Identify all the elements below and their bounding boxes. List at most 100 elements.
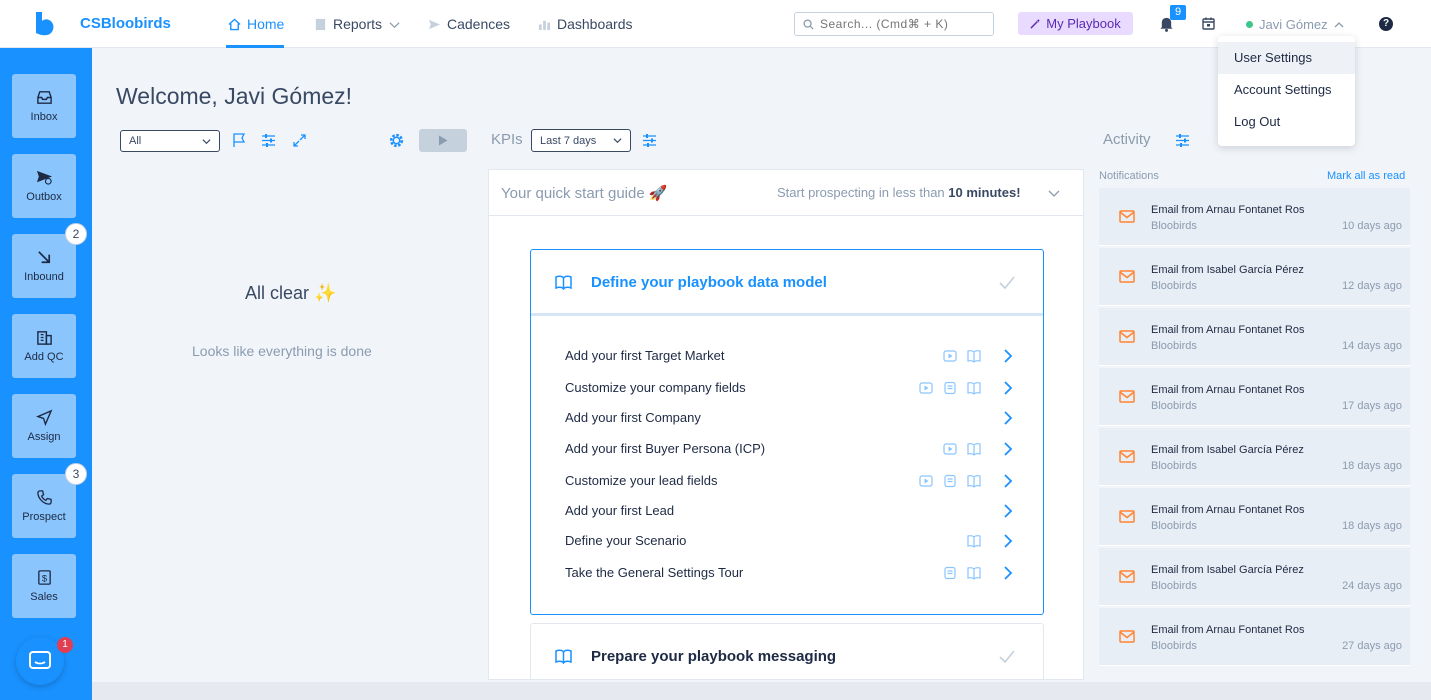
kpis-label: KPIs	[491, 131, 523, 148]
video-icon[interactable]	[943, 349, 957, 363]
notification-count-badge: 9	[1170, 5, 1186, 20]
kpi-range-select[interactable]: Last 7 days	[531, 129, 631, 152]
chevron-right-icon[interactable]	[1003, 534, 1013, 548]
sidebar-item-outbox[interactable]: Outbox	[12, 154, 76, 218]
activity-sliders-icon[interactable]	[1175, 133, 1190, 148]
guide-task-label[interactable]: Add your first Company	[565, 410, 701, 425]
chevron-right-icon[interactable]	[1003, 381, 1013, 395]
sidebar-item-add-qc[interactable]: Add QC	[12, 314, 76, 378]
video-icon[interactable]	[919, 474, 933, 488]
notification-title: Email from Arnau Fontanet Ros	[1151, 504, 1305, 516]
check-icon	[999, 650, 1015, 664]
book-icon[interactable]	[967, 534, 981, 548]
notification-source: Bloobirds	[1151, 640, 1197, 652]
user-menu-toggle[interactable]: Javi Gómez	[1246, 17, 1344, 32]
tour-icon[interactable]	[943, 566, 957, 580]
video-icon[interactable]	[943, 442, 957, 456]
nav-dashboards-label: Dashboards	[557, 16, 633, 32]
notification-time: 18 days ago	[1342, 520, 1402, 532]
menu-item-account-settings[interactable]: Account Settings	[1218, 74, 1355, 106]
tour-icon[interactable]	[943, 381, 957, 395]
chevron-right-icon[interactable]	[1003, 474, 1013, 488]
menu-item-user-settings[interactable]: User Settings	[1218, 42, 1355, 74]
chevron-right-icon[interactable]	[1003, 504, 1013, 518]
nav-reports[interactable]: Reports	[314, 15, 401, 33]
guide-task-label[interactable]: Define your Scenario	[565, 533, 686, 548]
guide-task-label[interactable]: Customize your lead fields	[565, 473, 717, 488]
notification-item[interactable]: Email from Arnau Fontanet Ros Bloobirds 27…	[1099, 608, 1410, 666]
nav-cadences[interactable]: Cadences	[428, 15, 510, 33]
search-box[interactable]	[794, 12, 994, 36]
notification-item[interactable]: Email from Isabel García Pérez Bloobirds 1…	[1099, 248, 1410, 306]
svg-text:$: $	[41, 573, 47, 584]
help-icon[interactable]: ?	[1379, 17, 1393, 31]
chevron-down-icon	[202, 138, 211, 144]
guide-task-label[interactable]: Add your first Buyer Persona (ICP)	[565, 441, 765, 456]
notifications-title: Notifications	[1099, 170, 1159, 182]
menu-item-log-out[interactable]: Log Out	[1218, 106, 1355, 138]
guide-task-label[interactable]: Take the General Settings Tour	[565, 565, 743, 580]
magic-wand-icon	[1030, 18, 1041, 29]
chat-icon	[29, 651, 51, 669]
notification-item[interactable]: Email from Arnau Fontanet Ros Bloobirds 10…	[1099, 188, 1410, 246]
nav-home[interactable]: Home	[228, 15, 284, 33]
sidebar-item-assign[interactable]: Assign	[12, 394, 76, 458]
page-title: Welcome, Javi Gómez!	[116, 83, 353, 109]
notification-item[interactable]: Email from Arnau Fontanet Ros Bloobirds 18…	[1099, 488, 1410, 546]
tour-icon[interactable]	[943, 474, 957, 488]
search-input[interactable]	[820, 17, 985, 31]
phone-icon	[36, 490, 52, 505]
notification-item[interactable]: Email from Isabel García Pérez Bloobirds 1…	[1099, 428, 1410, 486]
video-icon[interactable]	[919, 381, 933, 395]
outbox-icon	[36, 170, 52, 185]
book-icon[interactable]	[967, 474, 981, 488]
quick-start-header[interactable]: Your quick start guide 🚀 Start prospecti…	[489, 170, 1083, 216]
book-icon[interactable]	[967, 349, 981, 363]
book-icon[interactable]	[967, 381, 981, 395]
mail-icon	[1119, 510, 1135, 523]
gear-icon[interactable]	[388, 132, 405, 149]
guide-task-label[interactable]: Customize your company fields	[565, 380, 746, 395]
mail-icon	[1119, 210, 1135, 223]
chevron-down-icon[interactable]	[1048, 187, 1060, 199]
task-filter-select[interactable]: All	[120, 130, 220, 152]
start-tasks-button[interactable]	[419, 129, 467, 152]
notification-item[interactable]: Email from Arnau Fontanet Ros Bloobirds 14…	[1099, 308, 1410, 366]
inbound-arrow-icon	[37, 251, 50, 264]
my-playbook-button[interactable]: My Playbook	[1018, 12, 1133, 35]
mark-all-read-link[interactable]: Mark all as read	[1327, 170, 1405, 182]
nav-dashboards[interactable]: Dashboards	[538, 15, 633, 33]
brand-name[interactable]: CSBloobirds	[80, 15, 171, 32]
sidebar-item-inbound[interactable]: Inbound	[12, 234, 76, 298]
kpi-sliders-icon[interactable]	[642, 133, 657, 148]
sidebar-item-prospect[interactable]: Prospect	[12, 474, 76, 538]
sidebar-item-inbox[interactable]: Inbox	[12, 74, 76, 138]
nav-cadences-label: Cadences	[447, 16, 511, 32]
book-icon[interactable]	[967, 442, 981, 456]
sidebar-item-label: Inbox	[30, 111, 58, 123]
chevron-right-icon[interactable]	[1003, 349, 1013, 363]
chevron-right-icon[interactable]	[1003, 566, 1013, 580]
chevron-right-icon[interactable]	[1003, 411, 1013, 425]
notification-item[interactable]: Email from Arnau Fontanet Ros Bloobirds 17…	[1099, 368, 1410, 426]
bloobirds-logo-icon[interactable]	[34, 12, 56, 36]
chat-unread-badge: 1	[57, 637, 73, 653]
mail-icon	[1119, 450, 1135, 463]
guide-task-label[interactable]: Add your first Target Market	[565, 348, 724, 363]
book-icon[interactable]	[967, 566, 981, 580]
guide-section-header[interactable]: Prepare your playbook messaging	[531, 624, 1043, 679]
expand-icon[interactable]	[292, 133, 307, 148]
check-icon	[999, 276, 1015, 290]
notification-source: Bloobirds	[1151, 580, 1197, 592]
calendar-icon[interactable]	[1202, 17, 1215, 30]
guide-section-title: Define your playbook data model	[591, 274, 827, 291]
flag-icon[interactable]	[232, 133, 247, 148]
guide-section-header[interactable]: Define your playbook data model	[531, 250, 1043, 316]
guide-task-label[interactable]: Add your first Lead	[565, 503, 674, 518]
notification-item[interactable]: Email from Isabel García Pérez Bloobirds 2…	[1099, 548, 1410, 606]
sidebar-item-label: Add QC	[24, 351, 64, 363]
sidebar-item-label: Inbound	[24, 271, 64, 283]
sidebar-item-sales[interactable]: $ Sales	[12, 554, 76, 618]
sliders-icon[interactable]	[261, 133, 276, 148]
chevron-right-icon[interactable]	[1003, 442, 1013, 456]
